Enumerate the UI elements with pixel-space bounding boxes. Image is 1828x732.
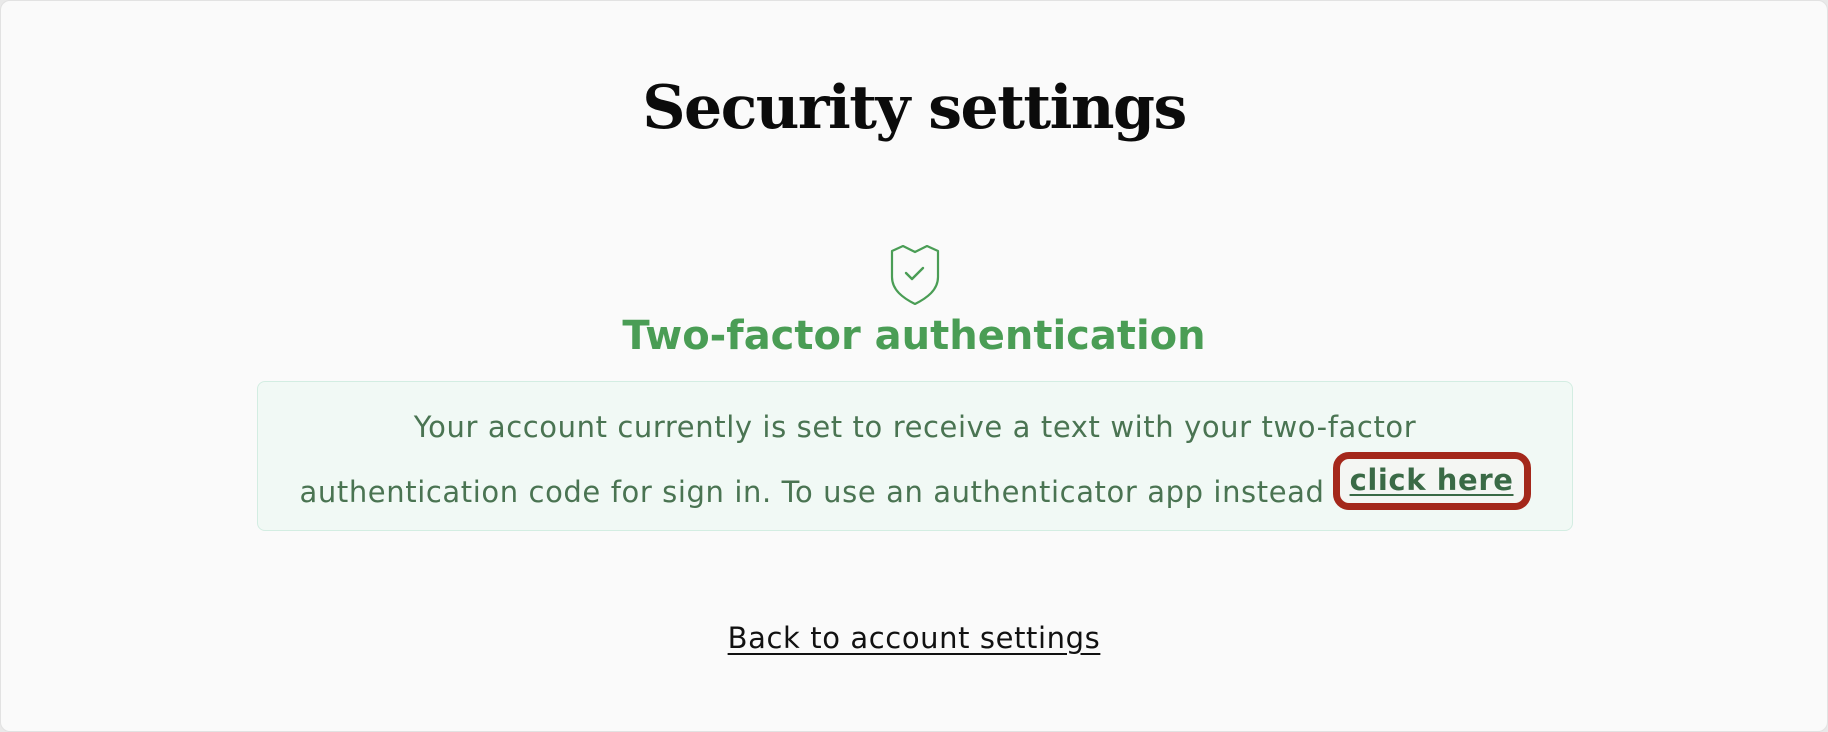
back-to-account-settings: Back to account settings <box>1 621 1827 655</box>
security-settings-page: Security settings Two-factor authenticat… <box>0 0 1828 732</box>
two-factor-notice: Your account currently is set to receive… <box>257 381 1573 531</box>
shield-check-icon <box>889 244 941 306</box>
page-title: Security settings <box>642 73 1187 143</box>
back-to-account-settings-link[interactable]: Back to account settings <box>728 621 1101 655</box>
switch-to-authenticator-link[interactable]: click here <box>1332 452 1531 510</box>
two-factor-heading: Two-factor authentication <box>622 313 1206 359</box>
notice-text-line-2-content: authentication code for sign in. To use … <box>299 475 1325 509</box>
notice-text-line-2: authentication code for sign in. To use … <box>258 452 1572 522</box>
notice-text-line-1: Your account currently is set to receive… <box>413 410 1417 444</box>
